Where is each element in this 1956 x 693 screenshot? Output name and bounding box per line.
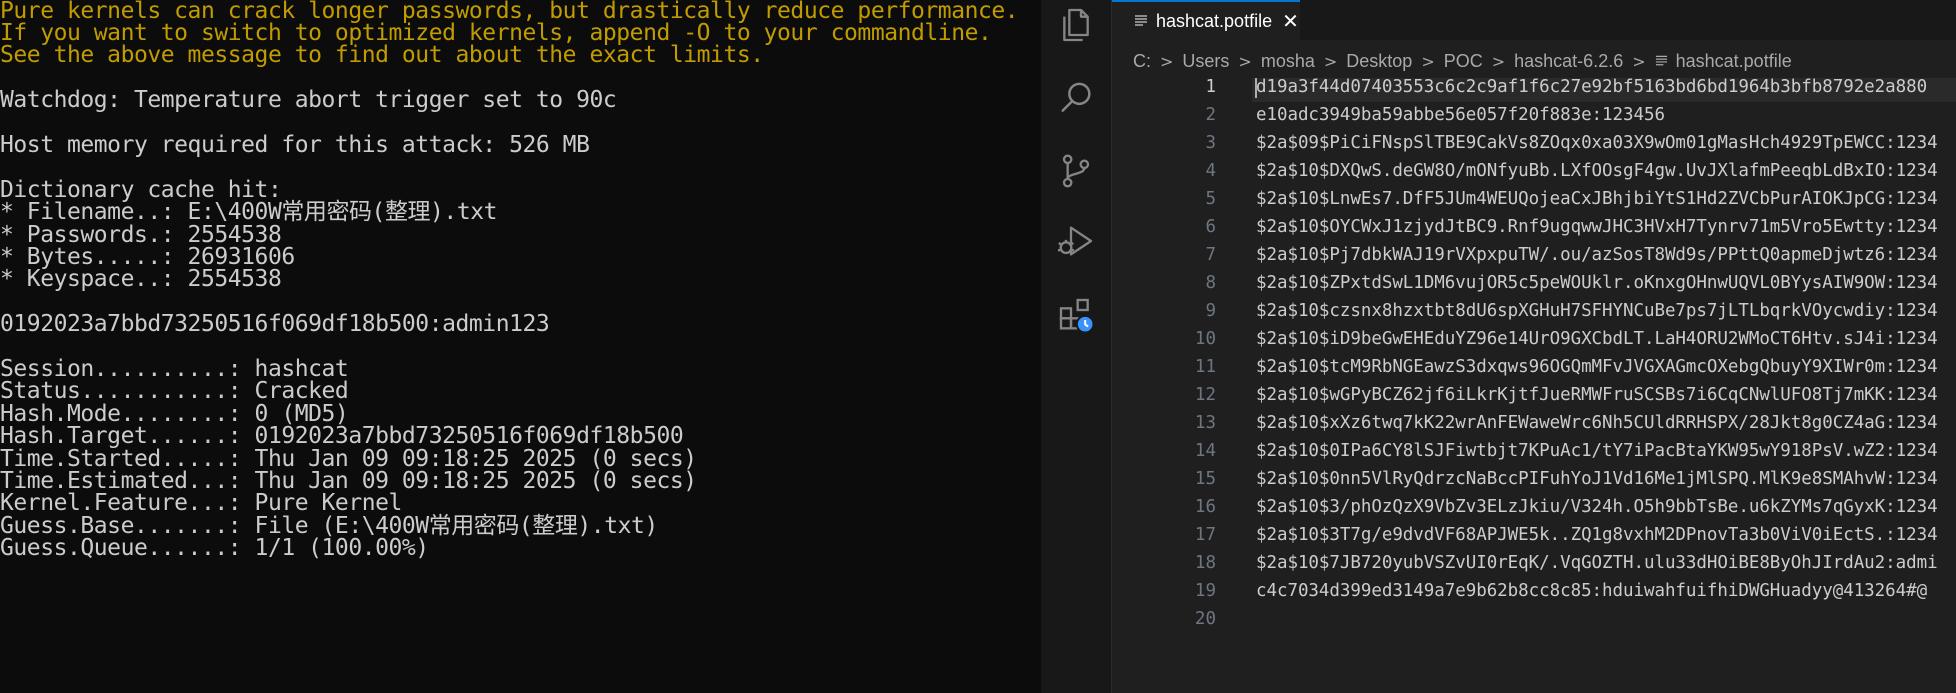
text-cursor (1255, 78, 1257, 98)
line-number: 15 (1194, 469, 1216, 489)
source-control-icon[interactable] (1053, 148, 1099, 194)
breadcrumb-separator: > (1238, 51, 1252, 71)
terminal-line: Watchdog: Temperature abort trigger set … (0, 87, 617, 114)
search-icon[interactable] (1053, 75, 1099, 121)
terminal-line: See the above message to find out about … (0, 42, 764, 69)
terminal-window[interactable]: Pure kernels can crack longer passwords,… (0, 0, 1041, 693)
breadcrumb-item[interactable]: hashcat-6.2.6 (1514, 51, 1623, 72)
terminal-line: Hash.Mode........: 0 (MD5) (0, 400, 349, 427)
terminal-line: * Passwords.: 2554538 (0, 221, 282, 248)
breadcrumb: C: > Users > mosha > Desktop > POC > hashcat-6.2.6… (1133, 48, 1792, 74)
code-line[interactable]: $2a$10$xXz6twq7kK22wrAnFEWaweWrc6Nh5CUld… (1256, 409, 1938, 437)
code-line[interactable]: $2a$09$PiCiFNspSlTBE9CakVs8ZOqx0xa03X9wO… (1256, 129, 1938, 157)
terminal-line: 0192023a7bbd73250516f069df18b500:admin12… (0, 311, 550, 338)
line-number: 7 (1205, 245, 1216, 265)
line-number: 5 (1205, 189, 1216, 209)
terminal-line: Host memory required for this attack: 52… (0, 131, 590, 158)
breadcrumb-separator: > (1491, 51, 1506, 71)
code-line[interactable]: $2a$10$LnwEs7.DfF5JUm4WEUQojeaCxJBhjbiYt… (1256, 185, 1938, 213)
terminal-line: Guess.Base.......: File (E:\400W常用密码(整理)… (0, 512, 658, 539)
line-number: 9 (1205, 301, 1216, 321)
terminal-line: Time.Started.....: Thu Jan 09 09:18:25 2… (0, 445, 697, 472)
code-line[interactable]: $2a$10$Pj7dbkWAJ19rVXpxpuTW/.ou/azSosT8W… (1256, 241, 1938, 269)
terminal-line: If you want to switch to optimized kerne… (0, 19, 992, 46)
breadcrumb-item[interactable]: C: (1133, 51, 1151, 72)
files-icon[interactable] (1053, 2, 1099, 48)
line-number: 3 (1205, 133, 1216, 153)
code-line[interactable]: $2a$10$0nn5VlRyQdrzcNaBccPIFuhYoJ1Vd16Me… (1256, 465, 1938, 493)
terminal-line: * Keyspace..: 2554538 (0, 266, 282, 293)
code-line[interactable]: d19a3f44d07403553c6c2c9af1f6c27e92bf5163… (1256, 78, 1927, 101)
activity-bar (1041, 0, 1112, 693)
breadcrumb-item[interactable]: Users (1182, 51, 1229, 72)
breadcrumb-separator: > (1160, 51, 1174, 71)
line-number: 17 (1194, 525, 1216, 545)
run-debug-icon[interactable] (1053, 218, 1099, 264)
line-number: 20 (1194, 609, 1216, 629)
terminal-line: Time.Estimated...: Thu Jan 09 09:18:25 2… (0, 467, 697, 494)
breadcrumb-separator: > (1421, 51, 1435, 71)
line-number: 11 (1194, 357, 1216, 377)
line-number: 6 (1205, 217, 1216, 237)
line-number: 19 (1194, 581, 1216, 601)
code-line[interactable]: $2a$10$ZPxtdSwL1DM6vujOR5c5peWOUklr.oKnx… (1256, 269, 1938, 297)
line-number: 4 (1205, 161, 1216, 181)
breadcrumb-item[interactable]: Desktop (1346, 51, 1412, 72)
tab-label: hashcat.potfile (1156, 10, 1273, 31)
breadcrumb-item[interactable]: mosha (1261, 51, 1315, 72)
line-number: 10 (1194, 329, 1216, 349)
terminal-line: Hash.Target......: 0192023a7bbd73250516f… (0, 423, 684, 450)
code-line[interactable]: $2a$10$3/phOzQzX9VbZv3ELzJkiu/V324h.O5h9… (1256, 493, 1938, 521)
line-number: 18 (1194, 553, 1216, 573)
close-icon[interactable]: ✕ (1282, 11, 1299, 31)
terminal-line: Pure kernels can crack longer passwords,… (0, 0, 1019, 24)
code-line[interactable]: $2a$10$3T7g/e9dvdVF68APJWE5k..ZQ1g8vxhM2… (1256, 521, 1938, 549)
code-line[interactable]: $2a$10$tcM9RbNGEawzS3dxqws96OGQmMFvJVGXA… (1256, 353, 1938, 381)
breadcrumb-item[interactable]: hashcat.potfile (1676, 51, 1792, 72)
line-number: 13 (1194, 413, 1216, 433)
terminal-line: Kernel.Feature...: Pure Kernel (0, 490, 402, 517)
breadcrumb-item[interactable]: POC (1444, 51, 1483, 72)
breadcrumb-separator: > (1323, 51, 1338, 71)
tab-hashcat-potfile[interactable]: hashcat.potfile ✕ (1112, 0, 1300, 40)
line-number: 1 (1205, 78, 1216, 97)
line-number: 8 (1205, 273, 1216, 293)
code-line[interactable]: $2a$10$OYCWxJ1zjydJtBC9.Rnf9ugqwwJHC3HVx… (1256, 213, 1938, 241)
file-lines-icon (1135, 15, 1147, 26)
file-lines-icon (1655, 55, 1667, 66)
line-number: 14 (1194, 441, 1216, 461)
line-number: 2 (1205, 105, 1216, 125)
line-number: 16 (1194, 497, 1216, 517)
terminal-line: Dictionary cache hit: (0, 176, 282, 203)
code-line[interactable]: c4c7034d399ed3149a7e9b62b8cc8c85:hduiwah… (1256, 577, 1927, 605)
code-line[interactable]: $2a$10$wGPyBCZ62jf6iLkrKjtfJueRMWFruSCSB… (1256, 381, 1938, 409)
code-line[interactable]: $2a$10$iD9beGwEHEduYZ96e14UrO9GXCbdLT.La… (1256, 325, 1938, 353)
line-number: 12 (1194, 385, 1216, 405)
code-editor[interactable]: 1 d19a3f44d07403553c6c2c9af1f6c27e92bf516… (1112, 78, 1956, 693)
breadcrumb-separator: > (1632, 51, 1646, 71)
editor-tabs: hashcat.potfile ✕ (1112, 0, 1956, 40)
terminal-line: * Filename..: E:\400W常用密码(整理).txt (0, 199, 498, 226)
terminal-line: Guess.Queue......: 1/1 (100.00%) (0, 535, 429, 562)
terminal-line: Status...........: Cracked (0, 378, 349, 405)
terminal-line: Session..........: hashcat (0, 355, 349, 382)
terminal-line: * Bytes.....: 26931606 (0, 243, 295, 270)
vscode-window: hashcat.potfile ✕ C: > Users > mosha > Desktop… (1041, 0, 1956, 693)
code-line[interactable]: $2a$10$7JB720yubVSZvUI0rEqK/.VqGOZTH.ulu… (1256, 549, 1938, 577)
code-line[interactable]: $2a$10$czsnx8hzxtbt8dU6spXGHuH7SFHYNCuBe… (1256, 297, 1938, 325)
extensions-icon[interactable] (1053, 292, 1099, 338)
code-line[interactable]: $2a$10$0IPa6CY8lSJFiwtbjt7KPuAc1/tY7iPac… (1256, 437, 1938, 465)
code-line[interactable]: e10adc3949ba59abbe56e057f20f883e:123456 (1256, 101, 1665, 129)
code-line[interactable]: $2a$10$DXQwS.deGW8O/mONfyuBb.LXfOOsgF4gw… (1256, 157, 1938, 185)
